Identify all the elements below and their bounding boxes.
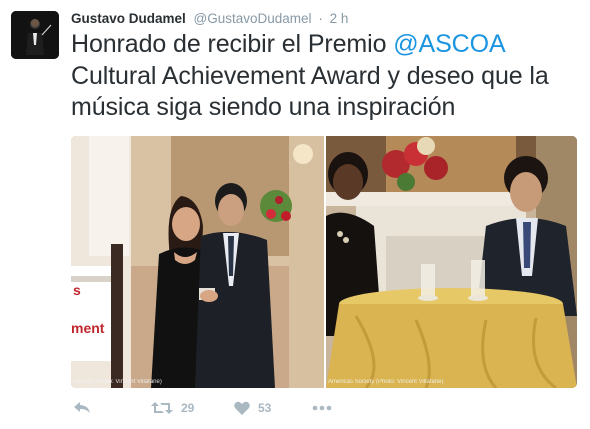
reply-icon xyxy=(74,402,90,413)
reply-button[interactable] xyxy=(73,398,91,418)
tweet-text: Honrado de recibir el Premio @ASCOA Cult… xyxy=(71,29,581,124)
avatar-image xyxy=(11,11,59,59)
tweet-actions: 29 53 xyxy=(71,398,371,418)
media-gallery[interactable]: Society (Photo: Vincent Villafañe) s men… xyxy=(71,136,577,388)
retweet-button[interactable]: 29 xyxy=(151,398,194,418)
photo-interview[interactable]: Americas Society (Photo: Vincent Villafa… xyxy=(326,136,577,388)
tweet-timestamp[interactable]: 2 h xyxy=(330,11,349,26)
left-photo-caption: Society (Photo: Vincent Villafañe) xyxy=(73,379,162,385)
right-photo-caption: Americas Society (Photo: Vincent Villafa… xyxy=(328,379,444,385)
mention-link[interactable]: @ASCOA xyxy=(393,30,504,58)
author-name[interactable]: Gustavo Dudamel xyxy=(71,11,186,26)
more-button[interactable] xyxy=(312,398,332,418)
more-icon xyxy=(312,405,332,411)
like-button[interactable]: 53 xyxy=(234,398,271,418)
header-separator: · xyxy=(318,11,323,26)
heart-icon xyxy=(234,401,250,415)
photo-award-presentation[interactable]: Society (Photo: Vincent Villafañe) s men… xyxy=(71,136,324,388)
retweet-icon xyxy=(151,402,173,414)
sign-text-top: s xyxy=(73,282,81,298)
tweet-header: Gustavo Dudamel @GustavoDudamel · 2 h xyxy=(71,11,348,26)
interview-photo-image xyxy=(326,136,577,388)
tweet-card[interactable]: Gustavo Dudamel @GustavoDudamel · 2 h Ho… xyxy=(0,0,590,429)
author-username[interactable]: @GustavoDudamel xyxy=(194,11,312,26)
sign-text-bottom: ment xyxy=(71,320,105,336)
tweet-text-part-2: Cultural Achievement Award y deseo que l… xyxy=(71,61,549,122)
tweet-text-part-1: Honrado de recibir el Premio xyxy=(71,30,394,58)
avatar[interactable] xyxy=(11,11,59,59)
like-count: 53 xyxy=(258,401,272,415)
award-photo-image xyxy=(71,136,324,388)
retweet-count: 29 xyxy=(181,401,195,415)
